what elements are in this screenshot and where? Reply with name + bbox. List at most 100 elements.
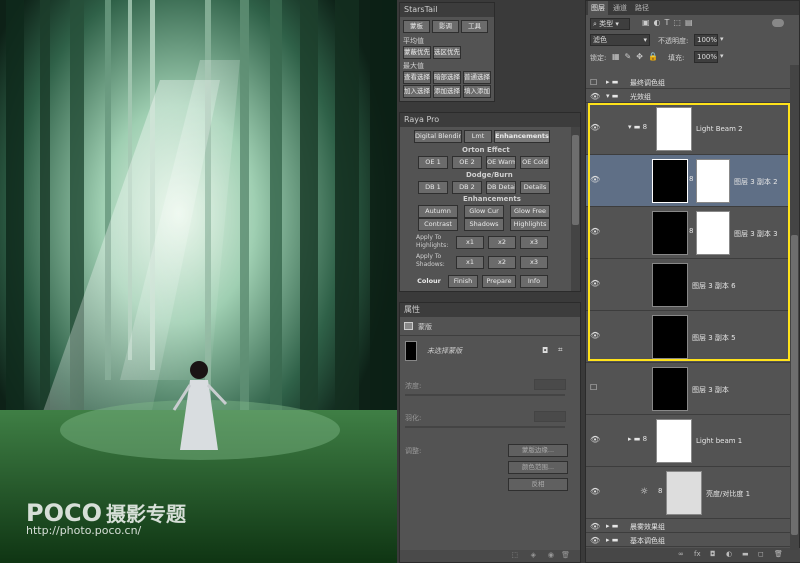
eye-icon[interactable]: 👁 — [590, 227, 600, 237]
prepare-button[interactable]: Prepare — [482, 275, 516, 288]
pixel-mask-icon[interactable]: ◘ — [542, 346, 548, 355]
starstail-fill-add-button[interactable]: 填入添加 — [463, 85, 491, 98]
db2-button[interactable]: DB 2 — [452, 181, 482, 194]
highlights-x3-button[interactable]: x3 — [520, 236, 548, 249]
visibility-icon[interactable]: ◉ — [548, 551, 554, 559]
shadows-x1-button[interactable]: x1 — [456, 256, 484, 269]
layer-row[interactable]: 👁 8 图层 3 副本 3 — [586, 207, 790, 259]
fill-dropdown-icon[interactable]: ▾ — [720, 52, 724, 60]
eye-icon[interactable]: 👁 — [590, 279, 600, 289]
apply-mask-icon[interactable]: ◈ — [531, 551, 536, 559]
layer-thumbnail[interactable] — [652, 315, 688, 359]
raya-tab-enhancements[interactable]: Enhancements — [494, 130, 550, 143]
colour-tab[interactable]: Colour — [414, 275, 444, 288]
filter-toggle[interactable] — [772, 19, 784, 27]
layer-row-selected[interactable]: 👁 8 图层 3 副本 2 — [586, 155, 790, 207]
mask-edge-button[interactable]: 蒙版边缘... — [508, 444, 568, 457]
layer-group-fog[interactable]: 👁 ▸ ▬ 晨雾效果组 — [586, 519, 790, 533]
layer-row[interactable]: 👁 ☼ 8 亮度/对比度 1 — [586, 467, 790, 519]
selection-icon[interactable]: ⬚ — [511, 551, 518, 559]
color-range-button[interactable]: 颜色范围... — [508, 461, 568, 474]
invert-button[interactable]: 反相 — [508, 478, 568, 491]
eye-icon[interactable]: 👁 — [590, 435, 600, 445]
highlights-x1-button[interactable]: x1 — [456, 236, 484, 249]
details-button[interactable]: Details — [520, 181, 550, 194]
tab-paths[interactable]: 路径 — [632, 1, 652, 15]
tab-channels[interactable]: 通道 — [610, 1, 630, 15]
raya-scrollbar[interactable] — [571, 127, 580, 291]
visibility-off-icon[interactable]: ☐ — [590, 383, 600, 393]
tab-layers[interactable]: 图层 — [588, 1, 608, 15]
starstail-tab-mask[interactable]: 蒙板 — [403, 20, 430, 33]
db1-button[interactable]: DB 1 — [418, 181, 448, 194]
layer-group-light[interactable]: 👁 ▾ ▬ 光效组 — [586, 89, 790, 103]
opacity-input[interactable]: 100% — [694, 34, 718, 46]
raya-tab-lmt[interactable]: Lmt — [464, 130, 492, 143]
layer-thumbnail[interactable] — [652, 367, 688, 411]
autumn-button[interactable]: Autumn — [418, 205, 458, 218]
density-slider[interactable] — [405, 394, 565, 396]
visibility-off-icon[interactable]: ☐ — [590, 78, 600, 88]
starstail-mask-priority-button[interactable]: 蒙蔽优先 — [403, 46, 431, 59]
layer-mask-thumbnail[interactable] — [666, 471, 702, 515]
raya-tab-digital-blending[interactable]: Digital Blending — [414, 130, 462, 143]
info-button[interactable]: Info — [520, 275, 548, 288]
starstail-tab-tools[interactable]: 工具 — [461, 20, 488, 33]
eye-icon[interactable]: 👁 — [590, 92, 600, 102]
layer-row[interactable]: ☐ 图层 3 副本 — [586, 363, 790, 415]
oe2-button[interactable]: OE 2 — [452, 156, 482, 169]
highlights-button[interactable]: Highlights — [510, 218, 550, 231]
oe1-button[interactable]: OE 1 — [418, 156, 448, 169]
starstail-normal-select-button[interactable]: 普通选择 — [463, 71, 491, 84]
eye-icon[interactable]: 👁 — [590, 331, 600, 341]
finish-button[interactable]: Finish — [448, 275, 478, 288]
lock-icons[interactable]: ▦✎✥🔒 — [612, 52, 663, 61]
blend-mode-select[interactable]: 滤色 ▾ — [590, 34, 650, 46]
starstail-tab-tone[interactable]: 影调 — [432, 20, 459, 33]
eye-icon[interactable]: 👁 — [590, 487, 600, 497]
opacity-dropdown-icon[interactable]: ▾ — [720, 35, 724, 43]
new-layer-icon[interactable]: ◻ — [758, 550, 764, 558]
eye-icon[interactable]: 👁 — [590, 123, 600, 133]
eye-icon[interactable]: 👁 — [590, 175, 600, 185]
oe-cold-button[interactable]: OE Cold — [520, 156, 550, 169]
layer-thumbnail[interactable] — [652, 211, 688, 255]
layers-scrollbar[interactable] — [790, 65, 799, 550]
mask-thumbnail[interactable] — [405, 341, 417, 361]
layer-row[interactable]: 👁 图层 3 副本 5 — [586, 311, 790, 363]
eye-icon[interactable]: 👁 — [590, 536, 600, 546]
layer-mask-thumbnail[interactable] — [656, 107, 692, 151]
layer-row[interactable]: 👁 图层 3 副本 6 — [586, 259, 790, 311]
layer-mask-thumbnail[interactable] — [696, 211, 730, 255]
starstail-dark-select-button[interactable]: 暗部选择 — [433, 71, 461, 84]
db-details-button[interactable]: DB Details — [486, 181, 516, 194]
layer-group-base[interactable]: 👁 ▸ ▬ 基本调色组 — [586, 533, 790, 547]
contrast-button[interactable]: Contrast — [418, 218, 458, 231]
starstail-selection-priority-button[interactable]: 选区优先 — [433, 46, 461, 59]
layer-mask-thumbnail[interactable] — [656, 419, 692, 463]
layer-row[interactable]: 👁 ▸ ▬ 8 Light beam 1 — [586, 415, 790, 467]
highlights-x2-button[interactable]: x2 — [488, 236, 516, 249]
glow-free-button[interactable]: Glow Free — [510, 205, 550, 218]
trash-icon[interactable]: 🗑 — [561, 551, 570, 559]
density-input[interactable] — [534, 379, 566, 390]
oe-warm-button[interactable]: OE Warm — [486, 156, 516, 169]
shadows-button[interactable]: Shadows — [464, 218, 504, 231]
add-mask-icon[interactable]: ◘ — [710, 550, 716, 558]
layer-thumbnail[interactable] — [652, 263, 688, 307]
eye-icon[interactable]: 👁 — [590, 522, 600, 532]
layer-filter-select[interactable]: ⌕ 类型 ▾ — [590, 18, 630, 30]
shadows-x3-button[interactable]: x3 — [520, 256, 548, 269]
starstail-view-select-button[interactable]: 查看选择 — [403, 71, 431, 84]
adjustment-layer-icon[interactable]: ◐ — [726, 550, 732, 558]
feather-input[interactable] — [534, 411, 566, 422]
vector-mask-icon[interactable]: ⌗ — [558, 345, 563, 355]
starstail-append-select-button[interactable]: 添加选择 — [433, 85, 461, 98]
layer-thumbnail[interactable] — [652, 159, 688, 203]
layer-mask-thumbnail[interactable] — [696, 159, 730, 203]
glow-cur-button[interactable]: Glow Cur — [464, 205, 504, 218]
filter-icons[interactable]: ▣◐T⬚▤ — [642, 18, 697, 27]
layer-row[interactable]: 👁 ▾ ▬ 8 Light Beam 2 — [586, 103, 790, 155]
link-layers-icon[interactable]: ∞ — [678, 550, 684, 558]
trash-icon[interactable]: 🗑 — [774, 550, 783, 558]
